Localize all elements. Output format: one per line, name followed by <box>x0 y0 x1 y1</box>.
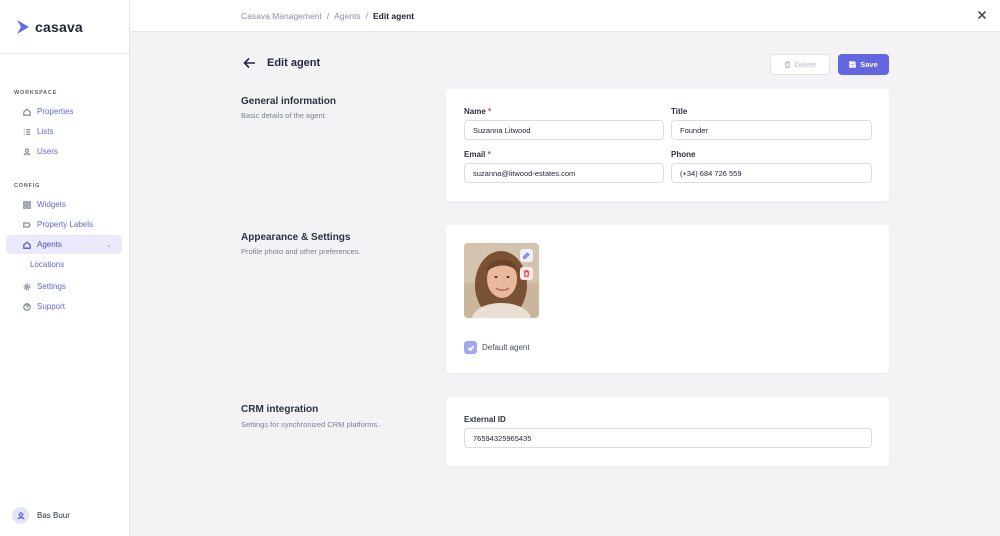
sidebar-item-label: Lists <box>37 127 54 136</box>
tag-icon <box>22 220 31 229</box>
chevron-down-icon[interactable]: ⌄ <box>106 241 112 249</box>
app-name: casava <box>35 18 83 35</box>
crm-section-title: CRM integration <box>241 404 319 415</box>
email-label-text: Email <box>464 150 486 159</box>
default-agent-toggle[interactable]: Default agent <box>464 341 530 354</box>
sidebar-item-agents[interactable]: Agents ⌄ <box>6 235 122 254</box>
top-bar: Casava Management / Agents / Edit agent <box>130 0 1000 32</box>
trash-icon <box>523 270 530 277</box>
default-agent-checkbox[interactable] <box>464 341 477 354</box>
sidebar-item-locations[interactable]: Locations <box>0 255 129 274</box>
breadcrumb: Casava Management / Agents / Edit agent <box>241 11 414 21</box>
breadcrumb-item-casava-management[interactable]: Casava Management <box>241 11 322 21</box>
delete-button[interactable]: Delete <box>770 54 830 75</box>
required-mark: * <box>487 150 491 159</box>
sidebar-item-label: Property Labels <box>37 220 94 229</box>
breadcrumb-item-agents[interactable]: Agents <box>334 11 360 21</box>
sidebar-item-label: Locations <box>30 260 65 269</box>
user-icon <box>17 511 24 519</box>
required-mark: * <box>488 107 492 116</box>
crm-section-desc: Settings for synchronized CRM platforms. <box>241 420 380 429</box>
config-nav: Widgets Property Labels Agents ⌄ Locatio… <box>0 195 129 316</box>
sidebar-item-label: Settings <box>37 282 66 291</box>
title-label: Title <box>671 107 688 116</box>
help-icon <box>22 302 31 311</box>
edit-icon <box>523 252 530 259</box>
sidebar-item-label: Users <box>37 147 58 156</box>
sidebar-item-widgets[interactable]: Widgets <box>6 195 122 214</box>
delete-button-label: Delete <box>794 60 817 69</box>
sidebar-item-label: Support <box>37 302 66 311</box>
email-field[interactable] <box>464 163 664 183</box>
general-section-desc: Basic details of the agent. <box>241 111 327 120</box>
default-agent-label: Default agent <box>482 343 530 352</box>
sidebar-item-settings[interactable]: Settings <box>6 277 122 296</box>
external-id-field[interactable] <box>464 428 872 448</box>
sidebar: casava WORKSPACE Properties Lists Users … <box>0 0 130 536</box>
name-label-text: Name <box>464 107 486 116</box>
current-user[interactable]: Bas Buur <box>12 507 70 524</box>
workspace-section-label: WORKSPACE <box>14 90 58 96</box>
user-name: Bas Buur <box>37 511 70 520</box>
gear-icon <box>22 282 31 291</box>
logo-mark-icon <box>17 19 29 34</box>
appearance-section-desc: Profile photo and other preferences. <box>241 247 361 256</box>
sidebar-item-label: Widgets <box>37 200 66 209</box>
save-button[interactable]: Save <box>838 54 889 75</box>
save-icon <box>849 61 857 68</box>
sidebar-item-label: Properties <box>37 107 74 116</box>
sidebar-item-label: Agents <box>37 240 62 249</box>
workspace-nav: Properties Lists Users <box>0 102 129 161</box>
trash-icon <box>784 61 791 68</box>
delete-photo-button[interactable] <box>520 267 533 280</box>
home-icon <box>22 107 31 116</box>
phone-field[interactable] <box>671 163 872 183</box>
config-section-label: CONFIG <box>14 183 41 189</box>
appearance-section-title: Appearance & Settings <box>241 232 351 243</box>
sidebar-item-property-labels[interactable]: Property Labels <box>6 215 122 234</box>
name-label: Name * <box>464 107 491 116</box>
widgets-icon <box>22 200 31 209</box>
email-label: Email * <box>464 150 491 159</box>
general-section-title: General information <box>241 96 337 107</box>
appearance-card: Default agent <box>446 225 889 373</box>
app-logo[interactable]: casava <box>0 0 129 54</box>
user-icon <box>22 147 31 156</box>
sidebar-item-support[interactable]: Support <box>6 297 122 316</box>
breadcrumb-separator: / <box>365 11 369 21</box>
avatar <box>12 507 29 524</box>
page-title: Edit agent <box>267 57 321 69</box>
sidebar-item-lists[interactable]: Lists <box>6 122 122 141</box>
crm-card: External ID <box>446 397 889 466</box>
home-icon <box>22 240 31 249</box>
save-button-label: Save <box>860 60 878 69</box>
list-icon <box>22 127 31 136</box>
check-icon <box>467 345 474 351</box>
sidebar-item-users[interactable]: Users <box>6 142 122 161</box>
close-icon[interactable] <box>976 9 988 21</box>
general-info-card: Name * Title Email * Phone <box>446 89 889 201</box>
back-arrow-icon[interactable] <box>243 57 257 69</box>
phone-label: Phone <box>671 150 696 159</box>
breadcrumb-current: Edit agent <box>373 11 415 21</box>
external-id-label: External ID <box>464 415 506 424</box>
edit-photo-button[interactable] <box>520 249 533 262</box>
title-field[interactable] <box>671 120 872 140</box>
breadcrumb-separator: / <box>326 11 330 21</box>
name-field[interactable] <box>464 120 664 140</box>
sidebar-item-properties[interactable]: Properties <box>6 102 122 121</box>
